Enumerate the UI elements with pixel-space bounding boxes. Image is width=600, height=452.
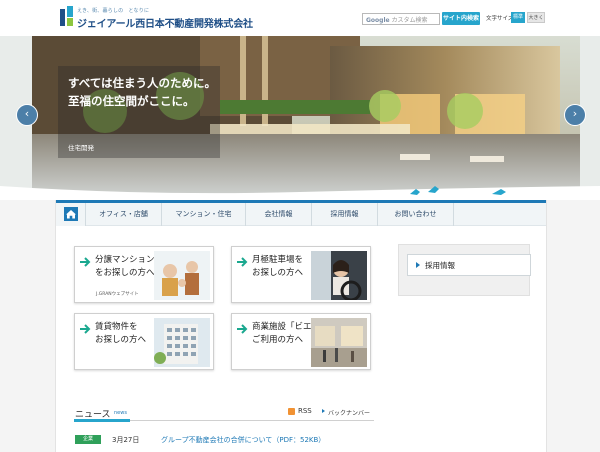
site-header: えき、街、暮らしの となりに ジェイアール西日本不動産開発株式会社 Google… bbox=[0, 0, 600, 36]
arrow-right-icon bbox=[237, 324, 248, 334]
side-panel: 採用情報 bbox=[398, 244, 531, 296]
main-content: オフィス・店舗 マンション・住宅 会社情報 採用情報 お問い合わせ 分譲マンショ… bbox=[55, 200, 547, 452]
hero-headline-1: すべては住まう人のために。 bbox=[68, 76, 217, 90]
logo-tagline: えき、街、暮らしの となりに bbox=[77, 8, 150, 14]
banner-line-2: お探しの方へ bbox=[252, 268, 304, 278]
nav-item-contact[interactable]: お問い合わせ bbox=[378, 203, 454, 226]
triangle-right-icon bbox=[416, 262, 420, 268]
font-size-standard-button[interactable]: 標準 bbox=[511, 12, 525, 23]
banner-sub: J.GRANウェブサイト bbox=[96, 292, 139, 297]
banner-line-1: 月極駐車場を bbox=[252, 255, 304, 265]
company-name: ジェイアール西日本不動産開発株式会社 bbox=[77, 19, 253, 30]
nav-home[interactable] bbox=[56, 203, 86, 226]
banner-mansion[interactable]: 分譲マンション・住宅 をお探しの方へ J.GRANウェブサイト bbox=[74, 246, 214, 303]
arrow-right-icon bbox=[80, 257, 91, 267]
nav-item-company[interactable]: 会社情報 bbox=[246, 203, 312, 226]
apartment-photo-image bbox=[154, 318, 210, 367]
arrow-right-icon bbox=[237, 257, 248, 267]
hero-headline-2: 至福の住空間がここに。 bbox=[68, 94, 195, 108]
company-logo[interactable]: えき、街、暮らしの となりに ジェイアール西日本不動産開発株式会社 bbox=[60, 6, 253, 30]
banner-line-2: をお探しの方へ bbox=[95, 268, 155, 278]
banner-line-2: お探しの方へ bbox=[95, 335, 147, 345]
slide-prev-button[interactable]: ‹ bbox=[16, 104, 38, 126]
page: えき、街、暮らしの となりに ジェイアール西日本不動産開発株式会社 Google… bbox=[0, 0, 600, 452]
news-divider-accent bbox=[74, 419, 130, 422]
font-size-large-button[interactable]: 大きく bbox=[527, 12, 545, 23]
search-placeholder: カスタム検索 bbox=[391, 17, 428, 24]
shopping-mall-photo-image bbox=[311, 318, 367, 367]
hero-label: 住宅開発 bbox=[68, 144, 94, 152]
chevron-right-icon: › bbox=[572, 107, 578, 120]
rss-icon[interactable] bbox=[288, 408, 295, 415]
news-date: 3月27日 bbox=[112, 436, 140, 444]
banner-line-2: ご利用の方へ bbox=[252, 335, 304, 345]
news-section: ニュース news RSS バックナンバー 企業 3月27日 グループ不動産会社… bbox=[74, 405, 374, 452]
nav-item-office[interactable]: オフィス・店舗 bbox=[86, 203, 162, 226]
banner-viera[interactable]: 商業施設「ビエラ」を ご利用の方へ bbox=[231, 313, 371, 370]
family-photo-image bbox=[154, 251, 210, 300]
side-recruit-link[interactable]: 採用情報 bbox=[407, 254, 531, 276]
banner-parking[interactable]: 月極駐車場を お探しの方へ bbox=[231, 246, 371, 303]
search-brand: Google bbox=[366, 17, 390, 24]
slide-next-button[interactable]: › bbox=[564, 104, 586, 126]
banner-rental[interactable]: 賃貸物件を お探しの方へ bbox=[74, 313, 214, 370]
banner-line-1: 賃貸物件を bbox=[95, 322, 138, 332]
driver-photo-image bbox=[311, 251, 367, 300]
nav-item-recruit[interactable]: 採用情報 bbox=[312, 203, 378, 226]
chevron-left-icon: ‹ bbox=[24, 107, 30, 120]
arrow-right-icon bbox=[80, 324, 91, 334]
news-subheading: news bbox=[114, 410, 127, 416]
font-size-label: 文字サイズ bbox=[486, 16, 514, 22]
rss-link[interactable]: RSS bbox=[298, 407, 312, 415]
triangle-right-icon bbox=[322, 409, 325, 413]
hero-caption: すべては住まう人のために。 至福の住空間がここに。 住宅開発 bbox=[58, 66, 220, 158]
news-category-badge: 企業 bbox=[75, 435, 101, 444]
search-input[interactable]: Google カスタム検索 bbox=[362, 13, 440, 25]
backnumber-link[interactable]: バックナンバー bbox=[328, 408, 370, 417]
global-nav: オフィス・店舗 マンション・住宅 会社情報 採用情報 お問い合わせ bbox=[56, 200, 546, 226]
side-recruit-label: 採用情報 bbox=[425, 261, 455, 270]
nav-item-mansion[interactable]: マンション・住宅 bbox=[162, 203, 246, 226]
home-icon bbox=[64, 207, 78, 221]
site-search-button[interactable]: サイト内検索 bbox=[442, 12, 480, 25]
logo-mark-icon bbox=[60, 6, 73, 26]
hero-slideshow: すべては住まう人のために。 至福の住空間がここに。 住宅開発 ‹ › bbox=[0, 36, 600, 200]
news-item-link[interactable]: グループ不動産会社の合併について（PDF：52KB） bbox=[161, 435, 325, 445]
